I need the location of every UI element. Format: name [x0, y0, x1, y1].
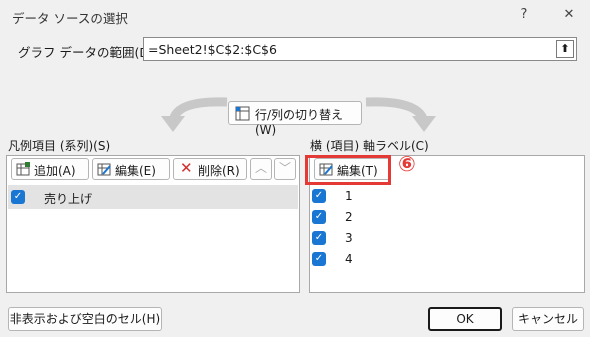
category-item-label: 2 — [345, 210, 353, 224]
ok-label: OK — [456, 312, 474, 326]
move-up-button[interactable]: ︿ — [250, 158, 272, 180]
category-item-label: 4 — [345, 252, 353, 266]
switch-label: 行/列の切り替え(W) — [255, 108, 344, 137]
ok-button[interactable]: OK — [428, 307, 502, 331]
checkbox-checked-icon[interactable]: ✓ — [312, 189, 326, 203]
checkbox-checked-icon[interactable]: ✓ — [312, 252, 326, 266]
add-table-icon — [16, 162, 30, 176]
edit-series-label: 編集(E) — [115, 164, 156, 178]
step-number: ⑥ — [398, 152, 416, 176]
list-item[interactable]: ✓ 売り上げ — [8, 185, 298, 209]
cancel-label: キャンセル — [517, 312, 578, 326]
list-item[interactable]: ✓ 4 — [311, 250, 581, 270]
arrow-up-icon: ⬆ — [560, 42, 570, 55]
edit-series-button[interactable]: 編集(E) — [92, 158, 170, 180]
curved-arrow-left-icon — [161, 97, 228, 132]
series-item-label: 売り上げ — [44, 192, 93, 206]
range-input[interactable]: =Sheet2!$C$2:$C$6 ⬆ — [143, 37, 577, 61]
chevron-up-icon: ︿ — [254, 161, 267, 175]
series-panel: 追加(A) 編集(E) ✕ 削除(R) ︿ ﹀ — [6, 155, 300, 293]
switch-row-column-icon — [235, 106, 250, 121]
curved-arrow-right-icon — [365, 97, 436, 132]
list-item[interactable]: ✓ 1 — [311, 187, 581, 207]
range-value: =Sheet2!$C$2:$C$6 — [148, 42, 277, 57]
list-item[interactable]: ✓ 3 — [311, 229, 581, 249]
dialog-title: データ ソースの選択 — [12, 11, 128, 26]
range-label: グラフ データの範囲(D): — [18, 45, 159, 60]
cancel-button[interactable]: キャンセル — [512, 307, 584, 331]
series-section-label: 凡例項目 (系列)(S) — [8, 139, 111, 153]
help-button[interactable]: ? — [510, 4, 538, 26]
checkbox-checked-icon[interactable]: ✓ — [312, 231, 326, 245]
checkbox-checked-icon[interactable]: ✓ — [312, 210, 326, 224]
add-series-button[interactable]: 追加(A) — [11, 158, 89, 180]
switch-row-column-button[interactable]: 行/列の切り替え(W) — [228, 101, 362, 137]
move-down-button[interactable]: ﹀ — [274, 158, 296, 180]
collapse-range-button[interactable]: ⬆ — [556, 40, 574, 58]
close-button[interactable]: ✕ — [555, 4, 583, 26]
chevron-down-icon: ﹀ — [278, 161, 291, 175]
hidden-empty-cells-button[interactable]: 非表示および空白のセル(H) — [8, 307, 162, 331]
list-item[interactable]: ✓ 2 — [311, 208, 581, 228]
add-series-label: 追加(A) — [34, 164, 76, 178]
category-item-label: 3 — [345, 231, 353, 245]
edit-table-icon — [97, 163, 111, 176]
hidden-empty-cells-label: 非表示および空白のセル(H) — [9, 312, 161, 326]
delete-series-button[interactable]: ✕ 削除(R) — [173, 158, 247, 180]
checkbox-checked-icon[interactable]: ✓ — [11, 190, 25, 204]
delete-series-label: 削除(R) — [198, 164, 240, 178]
category-item-label: 1 — [345, 189, 353, 203]
highlight-frame — [305, 155, 391, 185]
delete-x-icon: ✕ — [180, 159, 193, 177]
title-bar: データ ソースの選択 ? ✕ — [0, 0, 590, 32]
